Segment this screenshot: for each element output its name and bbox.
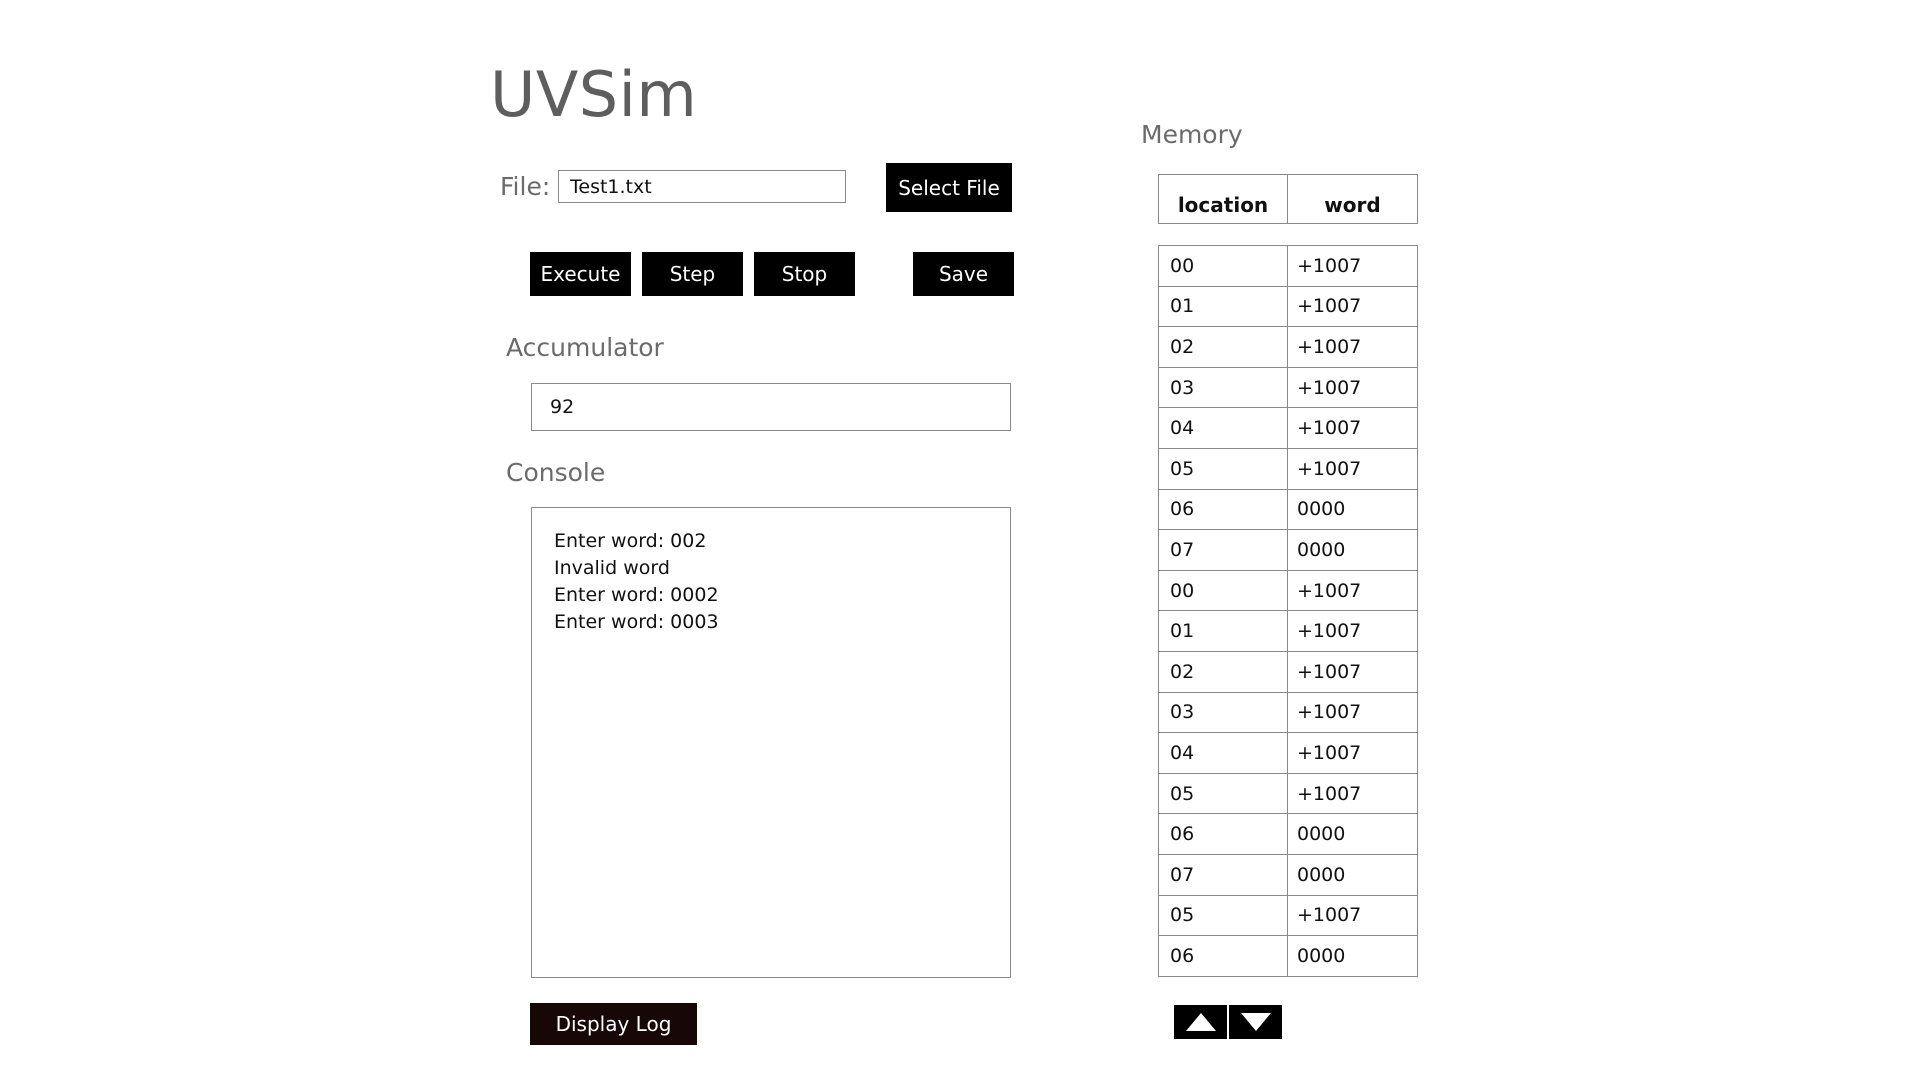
console-line: Enter word: 002 <box>554 530 707 552</box>
triangle-down-icon <box>1240 1013 1271 1031</box>
column-header-location: location <box>1159 175 1288 223</box>
memory-row[interactable]: 04 +1007 <box>1159 408 1417 449</box>
display-log-button[interactable]: Display Log <box>530 1003 697 1045</box>
memory-location-cell: 02 <box>1159 327 1288 367</box>
file-path-input[interactable] <box>558 170 846 203</box>
console-output[interactable]: Enter word: 002 Invalid word Enter word:… <box>531 507 1011 978</box>
scroll-up-button[interactable] <box>1174 1005 1227 1039</box>
memory-row[interactable]: 03 +1007 <box>1159 692 1417 734</box>
memory-location-cell: 05 <box>1159 773 1288 814</box>
console-line: Invalid word <box>554 557 670 579</box>
memory-word-cell[interactable]: 0000 <box>1288 814 1417 854</box>
memory-location-cell: 06 <box>1159 489 1288 530</box>
memory-row[interactable]: 00 +1007 <box>1159 570 1417 612</box>
memory-row[interactable]: 04 +1007 <box>1159 733 1417 774</box>
memory-word-cell[interactable]: +1007 <box>1288 733 1417 773</box>
memory-word-cell[interactable]: +1007 <box>1288 896 1417 936</box>
memory-row[interactable]: 03 +1007 <box>1159 367 1417 409</box>
memory-row[interactable]: 02 +1007 <box>1159 651 1417 693</box>
memory-row[interactable]: 06 0000 <box>1159 489 1417 531</box>
memory-location-cell: 03 <box>1159 367 1288 408</box>
memory-location-cell: 01 <box>1159 611 1288 651</box>
memory-row[interactable]: 07 0000 <box>1159 854 1417 896</box>
memory-word-cell[interactable]: +1007 <box>1288 449 1417 489</box>
memory-row[interactable]: 05 +1007 <box>1159 448 1417 490</box>
console-line: Enter word: 0002 <box>554 584 719 606</box>
memory-location-cell: 02 <box>1159 651 1288 692</box>
console-line: Enter word: 0003 <box>554 611 719 633</box>
memory-location-cell: 00 <box>1159 246 1288 286</box>
memory-location-cell: 05 <box>1159 895 1288 936</box>
memory-word-cell[interactable]: +1007 <box>1288 246 1417 286</box>
memory-word-cell[interactable]: 0000 <box>1288 490 1417 530</box>
file-label: File: <box>500 172 551 201</box>
app-title: UVSim <box>490 58 698 131</box>
column-header-word: word <box>1324 193 1381 217</box>
memory-location-cell: 03 <box>1159 692 1288 733</box>
memory-row[interactable]: 06 0000 <box>1159 936 1417 977</box>
memory-row[interactable]: 07 0000 <box>1159 530 1417 571</box>
memory-row[interactable]: 01 +1007 <box>1159 611 1417 652</box>
memory-location-cell: 05 <box>1159 448 1288 489</box>
memory-row[interactable]: 05 +1007 <box>1159 895 1417 937</box>
memory-word-cell[interactable]: +1007 <box>1288 287 1417 327</box>
memory-word-cell[interactable]: +1007 <box>1288 408 1417 448</box>
accumulator-field: 92 <box>531 383 1011 431</box>
save-button[interactable]: Save <box>913 252 1014 296</box>
memory-location-cell: 06 <box>1159 936 1288 976</box>
memory-word-cell[interactable]: +1007 <box>1288 368 1417 408</box>
execute-button[interactable]: Execute <box>530 252 631 296</box>
memory-word-cell[interactable]: 0000 <box>1288 530 1417 570</box>
memory-word-cell[interactable]: +1007 <box>1288 327 1417 367</box>
memory-row[interactable]: 02 +1007 <box>1159 327 1417 368</box>
memory-word-cell[interactable]: +1007 <box>1288 571 1417 611</box>
memory-row[interactable]: 01 +1007 <box>1159 286 1417 328</box>
scroll-down-button[interactable] <box>1229 1005 1282 1039</box>
memory-word-cell[interactable]: 0000 <box>1288 855 1417 895</box>
memory-location-cell: 07 <box>1159 854 1288 895</box>
memory-word-cell[interactable]: +1007 <box>1288 652 1417 692</box>
memory-location-cell: 04 <box>1159 408 1288 448</box>
memory-row[interactable]: 00 +1007 <box>1159 246 1417 287</box>
memory-location-cell: 06 <box>1159 814 1288 854</box>
memory-row[interactable]: 06 0000 <box>1159 814 1417 855</box>
memory-row[interactable]: 05 +1007 <box>1159 773 1417 815</box>
console-label: Console <box>506 458 606 487</box>
memory-location-cell: 04 <box>1159 733 1288 773</box>
accumulator-label: Accumulator <box>506 333 664 362</box>
memory-word-cell[interactable]: +1007 <box>1288 611 1417 651</box>
memory-location-cell: 00 <box>1159 570 1288 611</box>
memory-word-cell[interactable]: +1007 <box>1288 774 1417 814</box>
memory-word-cell[interactable]: 0000 <box>1288 936 1417 976</box>
memory-location-cell: 07 <box>1159 530 1288 570</box>
memory-location-cell: 01 <box>1159 286 1288 327</box>
memory-table[interactable]: 00 +1007 01 +1007 02 +1007 03 +1007 04 +1007 05 +10… <box>1158 245 1418 977</box>
stop-button[interactable]: Stop <box>754 252 855 296</box>
memory-label: Memory <box>1141 120 1243 149</box>
memory-word-cell[interactable]: +1007 <box>1288 693 1417 733</box>
triangle-up-icon <box>1185 1013 1216 1031</box>
memory-table-header: location word <box>1158 174 1418 224</box>
step-button[interactable]: Step <box>642 252 743 296</box>
select-file-button[interactable]: Select File <box>886 163 1012 212</box>
